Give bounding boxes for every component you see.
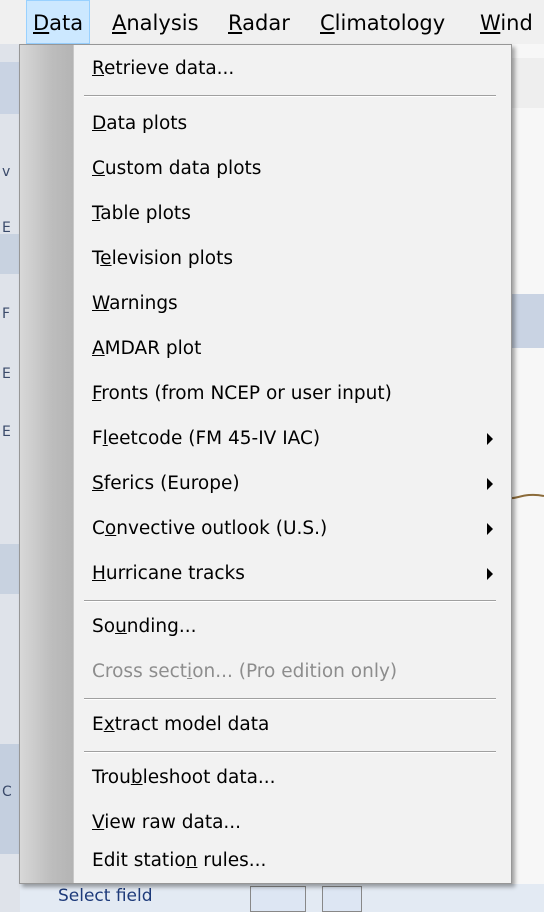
submenu-arrow-icon [487,478,493,490]
menu-item-label: Sferics (Europe) [92,473,240,494]
menu-item-label: Television plots [92,248,233,269]
menu-item-label: Cross section... (Pro edition only) [92,661,398,682]
menu-window[interactable]: Wind [474,0,539,44]
background-band [512,294,544,348]
menu-item-convective-outlook[interactable]: Convective outlook (U.S.) [20,509,511,549]
menu-analysis[interactable]: Analysis [106,0,205,44]
menu-item-label: View raw data... [92,812,242,833]
background-fragment: v [2,164,11,180]
background-fragment: C [2,784,12,800]
submenu-arrow-icon [487,433,493,445]
menu-item-warnings[interactable]: Warnings [20,284,511,324]
background-band [0,234,20,274]
menu-item-sounding[interactable]: Sounding... [20,607,511,647]
menu-bar: Data Analysis Radar Climatology Wind [0,0,544,45]
menu-climatology-rest: limatology [334,11,446,35]
menu-item-hurricane-tracks[interactable]: Hurricane tracks [20,554,511,594]
menu-climatology[interactable]: Climatology [314,0,451,44]
menu-item-edit-station-rules[interactable]: Edit station rules... [20,841,511,881]
menu-item-label: Hurricane tracks [92,563,245,584]
select-field-label: Select field [58,886,153,906]
submenu-arrow-icon [487,568,493,580]
background-band [0,544,20,594]
menu-item-cross-section: Cross section... (Pro edition only) [20,652,511,692]
menu-item-custom-data-plots[interactable]: Custom data plots [20,149,511,189]
background-fragment: E [2,366,11,382]
menu-separator [84,95,496,97]
menu-item-troubleshoot-data[interactable]: Troubleshoot data... [20,758,511,798]
menu-item-fleetcode[interactable]: Fleetcode (FM 45-IV IAC) [20,419,511,459]
background-field-box [322,886,362,912]
menu-climatology-mnemonic: C [320,11,335,35]
menu-analysis-rest: nalysis [126,11,199,35]
menu-item-retrieve-data[interactable]: Retrieve data... [20,49,511,89]
menu-analysis-mnemonic: A [112,11,127,35]
menu-item-label: Troubleshoot data... [92,767,276,788]
menu-item-sferics[interactable]: Sferics (Europe) [20,464,511,504]
background-toolbar-band [512,58,544,108]
background-left-panel: v E F E E C [0,44,20,912]
menu-item-fronts[interactable]: Fronts (from NCEP or user input) [20,374,511,414]
menu-separator [84,600,496,602]
menu-item-label: Custom data plots [92,158,262,179]
menu-item-table-plots[interactable]: Table plots [20,194,511,234]
menu-item-label: Table plots [92,203,191,224]
menu-item-label: Edit station rules... [92,850,267,871]
menu-item-label: Data plots [92,113,188,134]
background-field-box [250,886,306,912]
menu-data-rest: ata [49,11,84,35]
background-fragment: E [2,424,11,440]
submenu-arrow-icon [487,523,493,535]
menu-radar-rest: adar [242,11,290,35]
menu-item-label: Sounding... [92,616,197,637]
menu-window-rest: ind [500,11,533,35]
menu-item-television-plots[interactable]: Television plots [20,239,511,279]
menu-item-label: Extract model data [92,714,270,735]
background-fragment: F [2,306,11,322]
menu-item-label: AMDAR plot [92,338,202,359]
menu-separator [84,751,496,753]
menu-item-view-raw-data[interactable]: View raw data... [20,803,511,843]
background-fragment: E [2,220,11,236]
data-dropdown-menu: Retrieve data... Data plots Custom data … [19,44,512,884]
menu-window-mnemonic: W [480,11,501,35]
menu-item-label: Retrieve data... [92,58,235,79]
menu-item-amdar-plot[interactable]: AMDAR plot [20,329,511,369]
menu-item-label: Fronts (from NCEP or user input) [92,383,392,404]
menu-radar[interactable]: Radar [222,0,296,44]
menu-data[interactable]: Data [26,0,91,44]
background-toolbar-band [0,62,20,114]
menu-radar-mnemonic: R [228,11,243,35]
menu-item-extract-model-data[interactable]: Extract model data [20,705,511,745]
menu-separator [84,698,496,700]
menu-item-label: Fleetcode (FM 45-IV IAC) [92,428,321,449]
menu-item-data-plots[interactable]: Data plots [20,104,511,144]
menu-item-label: Warnings [92,293,178,314]
menu-data-mnemonic: D [33,11,50,35]
menu-item-label: Convective outlook (U.S.) [92,518,328,539]
